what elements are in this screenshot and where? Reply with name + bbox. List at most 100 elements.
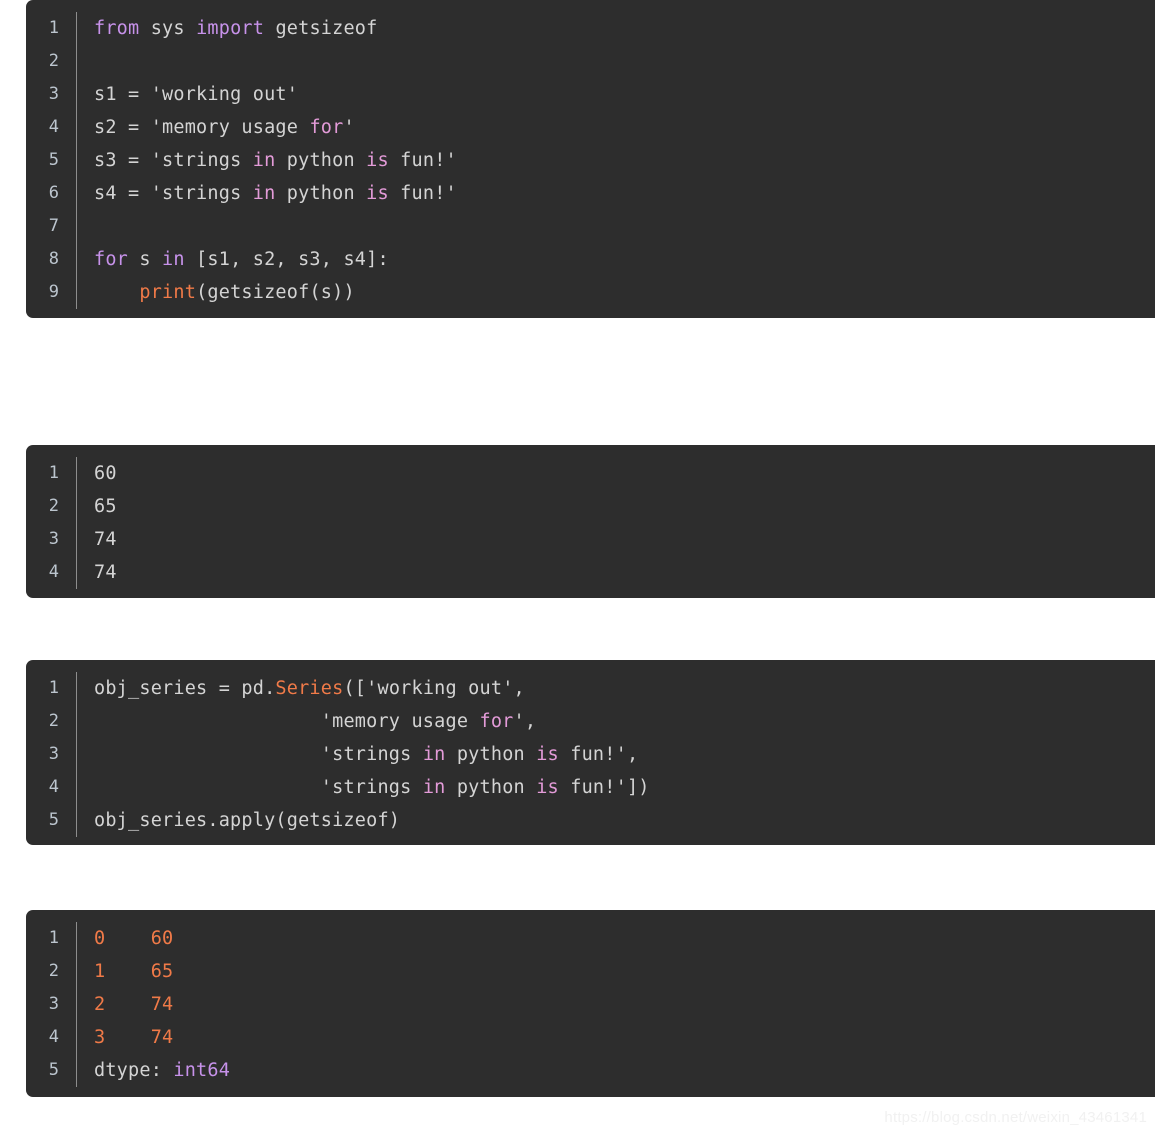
token-plain: s3 = (94, 150, 151, 171)
token-str: python (445, 744, 537, 765)
code-line-text: for s in [s1, s2, s3, s4]: (94, 243, 1155, 276)
token-plain: , (524, 711, 537, 732)
token-out: 74 (94, 529, 117, 550)
code-line: 7 (26, 210, 1155, 243)
line-number: 5 (48, 810, 59, 830)
line-number: 3 (48, 529, 59, 549)
token-num: 1 (94, 961, 106, 982)
token-plain: , (513, 678, 525, 699)
token-num: 0 (94, 928, 106, 949)
token-str: 'strings (320, 744, 423, 765)
code-line-text: 0 60 (94, 922, 1155, 955)
gutter-divider (76, 738, 77, 771)
token-str: 'memory usage (320, 711, 480, 732)
code-line-text: 2 74 (94, 988, 1155, 1021)
code-line: 6 s4 = 'strings in python is fun!' (26, 177, 1155, 210)
token-plain: s4 = (94, 183, 151, 204)
code-line-text: s1 = 'working out' (94, 78, 1155, 111)
gutter-divider (76, 922, 77, 955)
code-line-text: 'strings in python is fun!', (94, 738, 1155, 771)
code-line: 3 2 74 (26, 988, 1155, 1021)
token-str: python (275, 183, 367, 204)
token-str: fun!' (558, 744, 627, 765)
token-plain: dtype: (94, 1060, 174, 1081)
token-plain: (getsizeof(s)) (196, 282, 355, 303)
code-line: 3 s1 = 'working out' (26, 78, 1155, 111)
code-line: 4 3 74 (26, 1021, 1155, 1054)
code-block-pandas-series[interactable]: 1 obj_series = pd.Series(['working out', 2… (26, 660, 1155, 845)
code-line-text: 1 65 (94, 955, 1155, 988)
line-number: 5 (48, 150, 59, 170)
token-str: 'strings (320, 777, 423, 798)
code-line-text: s2 = 'memory usage for' (94, 111, 1155, 144)
token-plain: ([ (343, 678, 367, 699)
token-kw2: is (366, 183, 389, 204)
gutter-divider (76, 771, 77, 804)
gutter-divider (76, 457, 77, 490)
line-number: 4 (48, 117, 59, 137)
output-block-series-apply[interactable]: 1 0 60 2 1 65 3 2 74 4 3 74 5 dtype: int64 (26, 910, 1155, 1097)
gutter-divider (76, 1021, 77, 1054)
code-line: 3 'strings in python is fun!', (26, 738, 1155, 771)
gutter-divider (76, 556, 77, 589)
token-plain: ]) (626, 777, 650, 798)
line-number: 2 (48, 496, 59, 516)
gutter-divider (76, 988, 77, 1021)
token-str: fun!' (558, 777, 627, 798)
token-str: fun!' (388, 150, 457, 171)
token-kw2: in (422, 744, 446, 765)
gutter-divider (76, 144, 77, 177)
gutter-divider (76, 705, 77, 738)
token-kw2: in (252, 150, 276, 171)
code-line: 1 from sys import getsizeof (26, 12, 1155, 45)
token-out: 74 (94, 562, 117, 583)
code-line-text: obj_series.apply(getsizeof) (94, 804, 1155, 837)
token-num: 74 (150, 994, 174, 1015)
line-number: 1 (48, 463, 59, 483)
gutter-divider (76, 177, 77, 210)
code-line: 8 for s in [s1, s2, s3, s4]: (26, 243, 1155, 276)
gutter-divider (76, 276, 77, 309)
code-line-text: dtype: int64 (94, 1054, 1155, 1087)
gutter-divider (76, 111, 77, 144)
token-plain: s1 = (94, 84, 151, 105)
token-fn: Series (275, 678, 344, 699)
gutter-divider (76, 243, 77, 276)
token-plain: sys (150, 18, 197, 39)
token-str: 'strings (150, 183, 253, 204)
code-line-text: 74 (94, 556, 1155, 589)
token-str: python (445, 777, 537, 798)
code-line-text: s3 = 'strings in python is fun!' (94, 144, 1155, 177)
code-line: 4 74 (26, 556, 1155, 589)
output-block-getsizeof[interactable]: 1 60 2 65 3 74 4 74 (26, 445, 1155, 598)
gutter-divider (76, 12, 77, 45)
token-num: 2 (94, 994, 106, 1015)
line-number: 9 (48, 282, 59, 302)
gutter-divider (76, 210, 77, 243)
gutter-divider (76, 78, 77, 111)
csdn-watermark: https://blog.csdn.net/weixin_43461341 (884, 1109, 1147, 1126)
token-str: ' (513, 711, 525, 732)
gutter-divider (76, 490, 77, 523)
code-line: 5 obj_series.apply(getsizeof) (26, 804, 1155, 837)
token-str: 'memory usage (150, 117, 310, 138)
token-kw2: for (479, 711, 514, 732)
line-number: 3 (48, 84, 59, 104)
token-type: int64 (173, 1060, 231, 1081)
code-line-text: 'memory usage for', (94, 705, 1155, 738)
token-kw2: in (252, 183, 276, 204)
code-block-sys-getsizeof[interactable]: 1 from sys import getsizeof 2 3 s1 = 'workin… (26, 0, 1155, 318)
line-number: 5 (48, 1060, 59, 1080)
token-num: 3 (94, 1027, 106, 1048)
token-plain: s (128, 249, 163, 270)
code-line: 4 'strings in python is fun!']) (26, 771, 1155, 804)
token-kw: for (94, 249, 129, 270)
gutter-divider (76, 45, 77, 78)
code-line: 3 74 (26, 523, 1155, 556)
code-line-text: print(getsizeof(s)) (94, 276, 1155, 309)
